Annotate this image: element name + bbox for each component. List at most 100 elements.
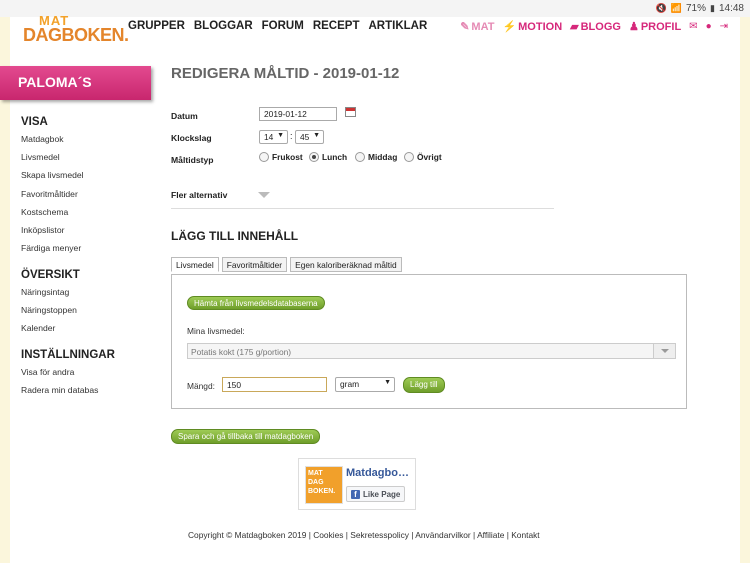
mute-icon: 🔇 bbox=[655, 3, 667, 13]
nav-mat[interactable]: ✎ MAT bbox=[460, 20, 495, 34]
nav-blogg-label: BLOGG bbox=[580, 20, 621, 33]
radio-lunch[interactable]: Lunch bbox=[309, 152, 347, 162]
tab-favoritmaltider[interactable]: Favoritmåltider bbox=[221, 257, 288, 272]
radio-button[interactable] bbox=[259, 152, 269, 162]
calendar-icon[interactable] bbox=[345, 107, 356, 117]
carrot-icon: ✎ bbox=[460, 21, 470, 33]
sidebar-item-visa-for-andra[interactable]: Visa för andra bbox=[21, 365, 115, 383]
content-tabs: Livsmedel Favoritmåltider Egen kaloriber… bbox=[171, 257, 402, 272]
nav-mat-label: MAT bbox=[471, 20, 495, 33]
profile-banner: PALOMA´S bbox=[0, 66, 151, 100]
sidebar-section-oversikt: ÖVERSIKT Näringsintag Näringstoppen Kale… bbox=[21, 269, 80, 340]
unit-select[interactable]: gram ▼ bbox=[335, 377, 395, 392]
radio-label: Lunch bbox=[322, 152, 348, 162]
chat-icon[interactable]: ● bbox=[706, 21, 712, 32]
radio-label: Middag bbox=[368, 152, 398, 162]
minute-select[interactable]: 45 ▼ bbox=[295, 130, 324, 144]
battery-level: 71% bbox=[686, 3, 707, 14]
sidebar-item-inkopslistor[interactable]: Inköpslistor bbox=[21, 223, 84, 241]
facebook-page-name[interactable]: Matdagbo… bbox=[346, 467, 416, 479]
blog-icon: ▰ bbox=[570, 21, 579, 33]
sidebar-item-matdagbok[interactable]: Matdagbok bbox=[21, 132, 84, 150]
meal-type-label: Måltidstyp bbox=[171, 155, 214, 165]
nav-artiklar[interactable]: ARTIKLAR bbox=[368, 20, 427, 32]
wifi-icon: 📶 bbox=[670, 3, 682, 13]
radio-label: Frukost bbox=[272, 152, 303, 162]
expand-arrow-icon[interactable] bbox=[258, 192, 270, 198]
food-select-value: Potatis kokt (175 g/portion) bbox=[191, 347, 292, 357]
fb-logo-line: MAT bbox=[308, 470, 323, 477]
page-title: REDIGERA MÅLTID - 2019-01-12 bbox=[171, 65, 400, 82]
radio-middag[interactable]: Middag bbox=[355, 152, 397, 162]
sidebar-item-kostschema[interactable]: Kostschema bbox=[21, 205, 84, 223]
facebook-icon: f bbox=[351, 489, 360, 499]
tab-livsmedel[interactable]: Livsmedel bbox=[171, 257, 219, 272]
hour-value: 14 bbox=[264, 132, 274, 142]
minute-value: 45 bbox=[300, 132, 310, 142]
site-logo[interactable]: MAT DAGBOKEN. bbox=[23, 13, 129, 47]
tab-panel: Hämta från livsmedelsdatabaserna Mina li… bbox=[171, 274, 687, 409]
radio-button[interactable] bbox=[404, 152, 414, 162]
date-label: Datum bbox=[171, 111, 198, 121]
sidebar-item-naringstoppen[interactable]: Näringstoppen bbox=[21, 303, 80, 321]
radio-button[interactable] bbox=[355, 152, 365, 162]
time-separator: : bbox=[290, 131, 293, 141]
amount-input[interactable]: 150 bbox=[222, 377, 327, 392]
nav-blogg[interactable]: ▰ BLOGG bbox=[570, 20, 621, 34]
food-select[interactable]: Potatis kokt (175 g/portion) bbox=[187, 343, 676, 359]
logout-icon[interactable]: ⇥ bbox=[720, 21, 728, 32]
clock: 14:48 bbox=[718, 3, 744, 14]
nav-grupper[interactable]: GRUPPER bbox=[128, 20, 185, 32]
time-label: Klockslag bbox=[171, 133, 212, 143]
runner-icon: ⚡ bbox=[502, 21, 517, 33]
sidebar-item-kalender[interactable]: Kalender bbox=[21, 321, 80, 339]
hour-select[interactable]: 14 ▼ bbox=[259, 130, 288, 144]
sidebar-item-skapa-livsmedel[interactable]: Skapa livsmedel bbox=[21, 168, 84, 186]
facebook-page-logo[interactable]: MAT DAG BOKEN. bbox=[305, 466, 343, 504]
status-bar: 🔇 📶 71% ▮ 14:48 bbox=[0, 0, 750, 17]
radio-label: Övrigt bbox=[417, 152, 442, 162]
save-return-button[interactable]: Spara och gå tillbaka till matdagboken bbox=[171, 429, 321, 444]
date-input[interactable]: 2019-01-12 bbox=[259, 107, 337, 121]
nav-profil[interactable]: ♟ PROFIL bbox=[628, 20, 682, 34]
facebook-like-button[interactable]: f Like Page bbox=[346, 486, 406, 502]
sidebar-heading: INSTÄLLNINGAR bbox=[21, 349, 115, 361]
add-button[interactable]: Lägg till bbox=[403, 377, 445, 393]
dropdown-arrow-icon bbox=[653, 344, 675, 358]
sidebar-item-livsmedel[interactable]: Livsmedel bbox=[21, 150, 84, 168]
radio-button-selected[interactable] bbox=[309, 152, 319, 162]
nav-motion[interactable]: ⚡ MOTION bbox=[502, 20, 563, 34]
sidebar-heading: ÖVERSIKT bbox=[21, 269, 80, 281]
sidebar-item-naringsintag[interactable]: Näringsintag bbox=[21, 285, 80, 303]
nav-forum[interactable]: FORUM bbox=[262, 20, 304, 32]
sidebar-heading: VISA bbox=[21, 116, 48, 128]
radio-ovrigt[interactable]: Övrigt bbox=[404, 152, 442, 162]
sidebar-section-installningar: INSTÄLLNINGAR Visa för andra Radera min … bbox=[21, 349, 115, 401]
sidebar-section-visa: VISA Matdagbok Livsmedel Skapa livsmedel… bbox=[21, 116, 84, 259]
more-options-label[interactable]: Fler alternativ bbox=[171, 190, 227, 200]
nav-profil-label: PROFIL bbox=[640, 20, 682, 33]
user-icon: ♟ bbox=[628, 21, 639, 33]
facebook-widget: MAT DAG BOKEN. Matdagbo… f Like Page bbox=[298, 458, 416, 510]
tab-egen-maltid[interactable]: Egen kaloriberäknad måltid bbox=[290, 257, 402, 272]
nav-recept[interactable]: RECEPT bbox=[313, 20, 360, 32]
nav-motion-label: MOTION bbox=[518, 20, 563, 33]
dropdown-arrow-icon: ▼ bbox=[313, 132, 320, 139]
page: MAT DAGBOKEN. GRUPPER BLOGGAR FORUM RECE… bbox=[0, 13, 740, 563]
fetch-database-button[interactable]: Hämta från livsmedelsdatabaserna bbox=[187, 296, 325, 310]
like-label: Like Page bbox=[363, 489, 401, 499]
nav-bloggar[interactable]: BLOGGAR bbox=[194, 20, 253, 32]
unit-value: gram bbox=[340, 379, 360, 389]
my-foods-label: Mina livsmedel: bbox=[187, 326, 245, 336]
mail-icon[interactable]: ✉ bbox=[689, 21, 697, 32]
top-nav: GRUPPER BLOGGAR FORUM RECEPT ARTIKLAR bbox=[128, 20, 427, 32]
sidebar-item-fardiga-menyer[interactable]: Färdiga menyer bbox=[21, 241, 84, 259]
dropdown-arrow-icon: ▼ bbox=[277, 132, 284, 139]
logo-main-text: DAGBOKEN. bbox=[23, 25, 129, 45]
radio-frukost[interactable]: Frukost bbox=[259, 152, 303, 162]
sidebar-item-radera-databas[interactable]: Radera min databas bbox=[21, 383, 115, 401]
sidebar-item-favoritmaltider[interactable]: Favoritmåltider bbox=[21, 187, 84, 205]
battery-icon: ▮ bbox=[710, 3, 715, 13]
user-nav: ✎ MAT ⚡ MOTION ▰ BLOGG ♟ PROFIL ✉ ● ⇥ bbox=[460, 20, 728, 34]
footer-links[interactable]: Copyright © Matdagboken 2019 | Cookies |… bbox=[188, 530, 540, 540]
